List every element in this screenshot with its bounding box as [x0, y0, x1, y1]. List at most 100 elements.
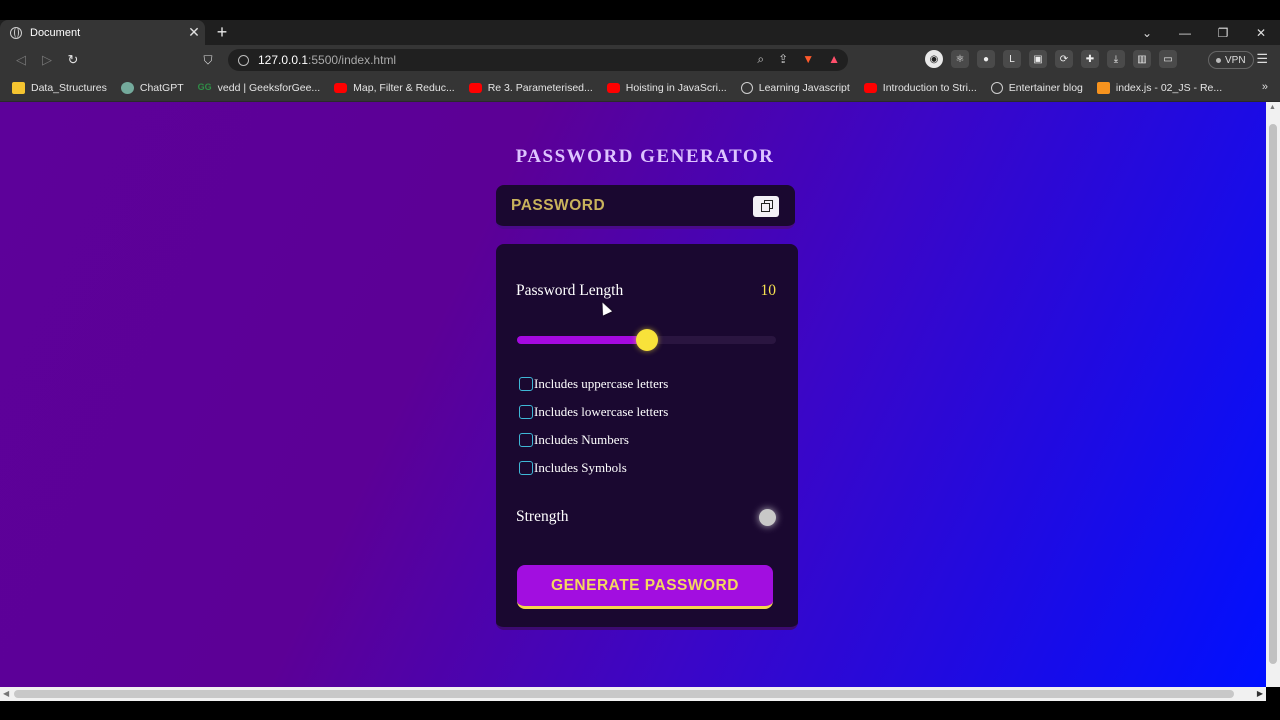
back-icon[interactable]: ◁ — [8, 52, 34, 68]
strength-label: Strength — [516, 508, 569, 525]
option-label: Includes Numbers — [534, 432, 629, 447]
profile-avatar-icon[interactable]: ◉ — [925, 50, 943, 68]
option-numbers[interactable]: Includes Numbers — [519, 432, 629, 448]
strength-indicator — [759, 509, 776, 526]
horizontal-scrollbar[interactable]: ◀ ▶ — [0, 687, 1266, 701]
os-top-strip — [0, 0, 1280, 20]
scroll-right-icon[interactable]: ▶ — [1257, 689, 1263, 698]
option-lowercase[interactable]: Includes lowercase letters — [519, 404, 668, 420]
option-symbols[interactable]: Includes Symbols — [519, 460, 627, 476]
bookmark-icon[interactable]: ⛉ — [198, 53, 218, 68]
wallet-icon[interactable]: ▭ — [1159, 50, 1177, 68]
folder-icon — [12, 82, 25, 94]
uppercase-checkbox[interactable] — [519, 377, 533, 391]
browser-toolbar: ◁ ▷ ↻ ⛉ 127.0.0.1:5500/index.html ⌕ ⇪ ▼ … — [0, 45, 1280, 75]
reload-icon[interactable]: ↻ — [60, 52, 86, 68]
globe-icon — [990, 82, 1003, 94]
scroll-left-icon[interactable]: ◀ — [3, 689, 9, 698]
globe-icon — [740, 82, 753, 94]
symbols-checkbox[interactable] — [519, 461, 533, 475]
share-icon[interactable]: ⇪ — [778, 52, 788, 67]
leetcode-icon[interactable]: L — [1003, 50, 1021, 68]
bookmark-item[interactable]: ChatGPT — [120, 82, 184, 94]
menu-icon[interactable]: ☰ — [1256, 51, 1268, 67]
generate-password-button[interactable]: GENERATE PASSWORD — [517, 565, 773, 609]
scroll-up-icon[interactable]: ▲ — [1269, 104, 1276, 111]
brave-shield-icon[interactable]: ▼ — [802, 52, 814, 67]
length-label: Password Length — [516, 282, 624, 299]
copy-icon-front — [761, 203, 770, 212]
option-label: Includes lowercase letters — [534, 404, 669, 419]
restore-icon[interactable]: ❐ — [1204, 26, 1242, 40]
bookmark-label: Entertainer blog — [1008, 82, 1083, 94]
bookmark-item[interactable]: Introduction to Stri... — [863, 82, 977, 94]
bookmark-item[interactable]: GG vedd | GeeksforGee... — [198, 82, 321, 94]
gfg-icon: GG — [197, 82, 212, 92]
globe-icon — [10, 26, 22, 39]
vpn-button[interactable]: VPN — [1208, 51, 1254, 69]
url-text: 127.0.0.1:5500/index.html — [258, 53, 397, 67]
tab-bar: Document ✕ + ⌄ — ❐ ✕ — [0, 20, 1280, 45]
bookmark-label: Re 3. Parameterised... — [487, 82, 593, 94]
more-bookmarks-icon[interactable]: » — [1262, 81, 1268, 93]
forward-icon[interactable]: ▷ — [34, 52, 60, 68]
address-bar[interactable]: 127.0.0.1:5500/index.html ⌕ ⇪ ▼ ▲ — [228, 49, 848, 71]
bookmark-label: vedd | GeeksforGee... — [217, 82, 321, 94]
lowercase-checkbox[interactable] — [519, 405, 533, 419]
github-icon[interactable]: ● — [977, 50, 995, 68]
bookmark-label: Introduction to Stri... — [882, 82, 977, 94]
youtube-icon — [334, 83, 348, 93]
bookmark-item[interactable]: Data_Structures — [12, 82, 107, 94]
sidebar-icon[interactable]: ▥ — [1133, 50, 1151, 68]
horizontal-scroll-thumb[interactable] — [14, 690, 1234, 698]
copy-button[interactable] — [753, 196, 779, 217]
bookmarks-bar: Data_Structures ChatGPT GG vedd | Geeksfo… — [0, 75, 1280, 102]
brave-rewards-icon[interactable]: ▲ — [828, 52, 840, 67]
slider-fill — [517, 336, 647, 344]
option-uppercase[interactable]: Includes uppercase letters — [519, 376, 668, 392]
tab-search-icon[interactable]: ⌄ — [1128, 26, 1166, 40]
refresh-extension-icon[interactable]: ⟳ — [1055, 50, 1073, 68]
option-label: Includes uppercase letters — [534, 376, 669, 391]
numbers-checkbox[interactable] — [519, 433, 533, 447]
js-icon — [1096, 82, 1110, 94]
youtube-icon — [468, 83, 482, 93]
extension-icon[interactable]: ▣ — [1029, 50, 1047, 68]
slider-handle[interactable] — [635, 329, 658, 351]
bookmark-label: Learning Javascript — [758, 82, 850, 94]
length-slider[interactable] — [517, 329, 776, 351]
bookmark-label: Map, Filter & Reduc... — [353, 82, 455, 94]
bookmark-item[interactable]: Entertainer blog — [990, 82, 1083, 94]
vertical-scroll-thumb[interactable] — [1269, 124, 1277, 664]
close-icon[interactable]: ✕ — [183, 24, 205, 41]
bookmark-item[interactable]: Re 3. Parameterised... — [468, 82, 593, 94]
minimize-icon[interactable]: — — [1166, 26, 1204, 40]
bookmark-item[interactable]: Map, Filter & Reduc... — [334, 82, 455, 94]
bookmark-item[interactable]: Hoisting in JavaScri... — [606, 82, 727, 94]
options-card: Password Length 10 Includes uppercase le… — [496, 244, 798, 630]
vertical-scrollbar[interactable]: ▲ — [1266, 102, 1280, 687]
youtube-icon — [863, 83, 877, 93]
close-window-icon[interactable]: ✕ — [1242, 26, 1280, 40]
puzzle-icon[interactable]: ✚ — [1081, 50, 1099, 68]
tab-title: Document — [30, 26, 81, 39]
tab-document[interactable]: Document ✕ — [0, 20, 205, 45]
bookmark-label: ChatGPT — [139, 82, 184, 94]
youtube-icon — [606, 83, 620, 93]
react-devtools-icon[interactable]: ⚛ — [951, 50, 969, 68]
extensions: ◉ ⚛ ● L ▣ ⟳ ✚ ⤓ ▥ ▭ — [925, 50, 1177, 68]
page: PASSWORD GENERATOR PASSWORD Password Len… — [0, 102, 1266, 687]
site-info-icon[interactable] — [238, 54, 249, 66]
chatgpt-icon — [120, 82, 134, 94]
password-display: PASSWORD — [496, 185, 795, 229]
bookmark-item[interactable]: index.js - 02_JS - Re... — [1096, 82, 1222, 94]
bookmark-label: Hoisting in JavaScri... — [625, 82, 727, 94]
page-title: PASSWORD GENERATOR — [515, 146, 775, 167]
new-tab-button[interactable]: + — [212, 22, 232, 43]
omnibox-icons: ⌕ ⇪ ▼ ▲ — [757, 52, 840, 67]
password-text: PASSWORD — [511, 196, 606, 214]
length-value: 10 — [760, 282, 777, 299]
download-icon[interactable]: ⤓ — [1107, 50, 1125, 68]
bookmark-item[interactable]: Learning Javascript — [740, 82, 850, 94]
zoom-icon[interactable]: ⌕ — [757, 52, 764, 67]
